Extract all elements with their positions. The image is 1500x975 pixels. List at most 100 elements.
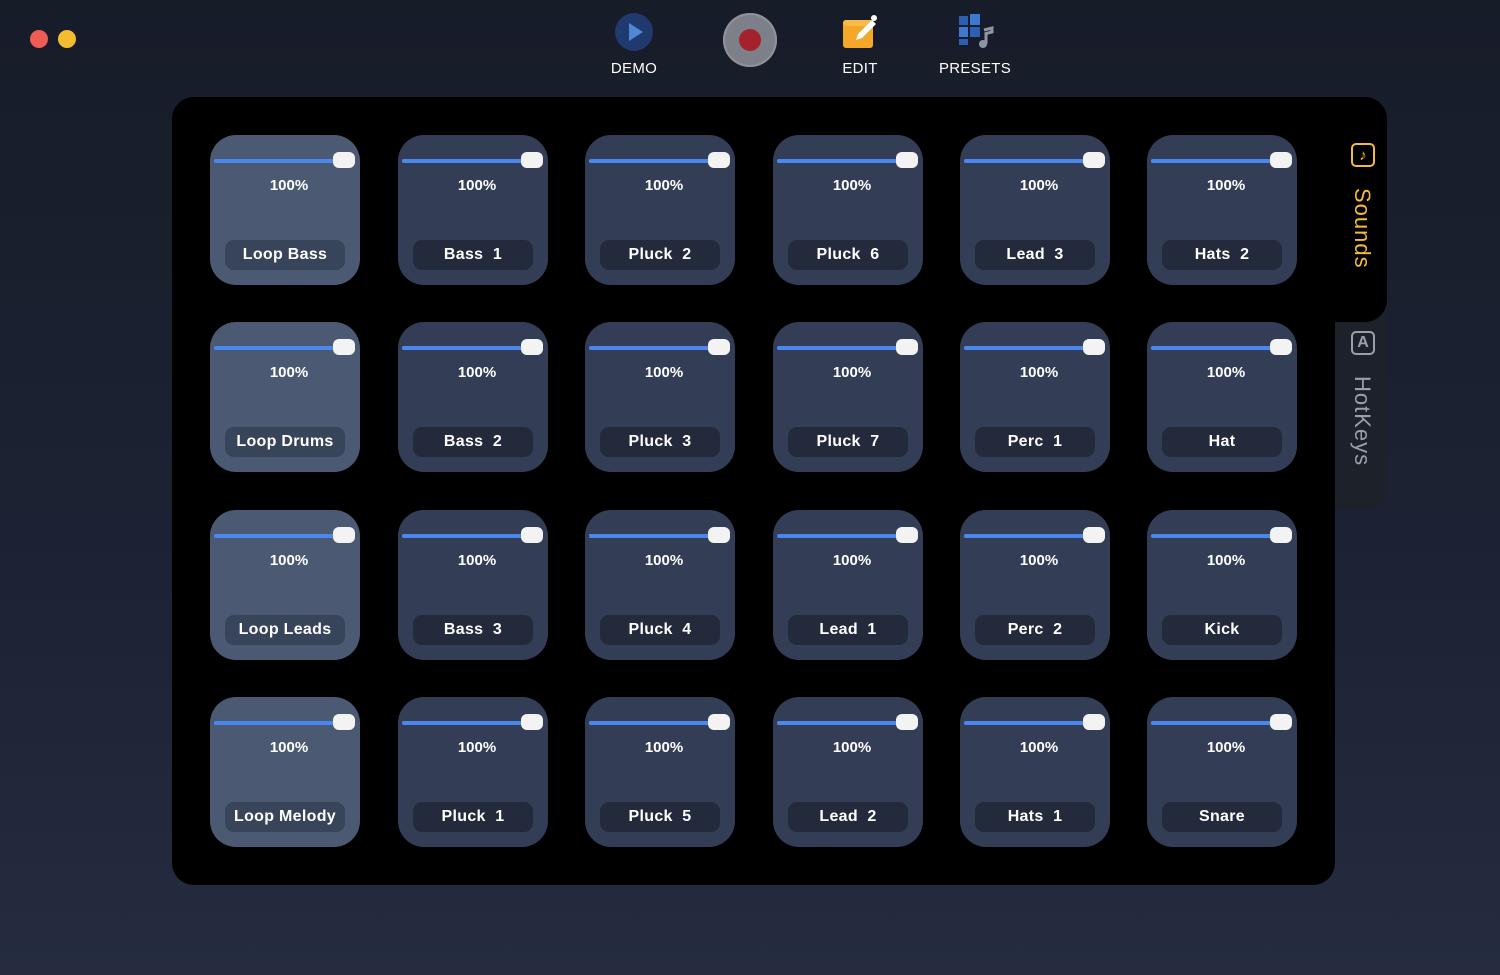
volume-slider-handle[interactable] [1083, 152, 1105, 168]
sound-pad[interactable]: 100% Pluck 5 [585, 697, 735, 847]
volume-slider[interactable] [589, 159, 713, 163]
sound-pad[interactable]: 100% Bass 1 [398, 135, 548, 285]
sound-pad[interactable]: 100% Lead 2 [773, 697, 923, 847]
volume-slider[interactable] [402, 534, 526, 538]
sound-pad[interactable]: 100% Pluck 7 [773, 322, 923, 472]
window-close-button[interactable] [30, 30, 48, 48]
sound-pad[interactable]: 100% Perc 1 [960, 322, 1110, 472]
sound-pad[interactable]: 100% Hats 1 [960, 697, 1110, 847]
sound-pad[interactable]: 100% Loop Leads [210, 510, 360, 660]
volume-slider-handle[interactable] [708, 714, 730, 730]
volume-slider-handle[interactable] [333, 527, 355, 543]
volume-slider[interactable] [402, 346, 526, 350]
volume-slider[interactable] [589, 346, 713, 350]
volume-slider[interactable] [1151, 721, 1275, 725]
volume-slider-handle[interactable] [1083, 339, 1105, 355]
volume-slider[interactable] [777, 346, 901, 350]
sound-pad[interactable]: 100% Hat [1147, 322, 1297, 472]
volume-slider[interactable] [777, 159, 901, 163]
sound-pad[interactable]: 100% Pluck 3 [585, 322, 735, 472]
sound-pad[interactable]: 100% Loop Drums [210, 322, 360, 472]
volume-slider-handle[interactable] [333, 339, 355, 355]
volume-slider[interactable] [964, 159, 1088, 163]
volume-slider[interactable] [777, 534, 901, 538]
volume-slider-handle[interactable] [1083, 527, 1105, 543]
pad-name-label: Loop Melody [225, 802, 345, 832]
volume-slider[interactable] [1151, 534, 1275, 538]
volume-slider-handle[interactable] [896, 339, 918, 355]
record-button[interactable] [723, 13, 777, 67]
edit-pencil-icon [843, 15, 877, 48]
volume-slider[interactable] [1151, 346, 1275, 350]
volume-slider[interactable] [964, 346, 1088, 350]
volume-value: 100% [832, 364, 872, 381]
volume-slider[interactable] [589, 721, 713, 725]
volume-slider[interactable] [214, 534, 338, 538]
demo-button[interactable]: DEMO [600, 12, 668, 77]
volume-slider-handle[interactable] [1270, 339, 1292, 355]
volume-slider-handle[interactable] [521, 339, 543, 355]
volume-slider-handle[interactable] [1083, 714, 1105, 730]
volume-value: 100% [832, 177, 872, 194]
volume-slider-handle[interactable] [896, 527, 918, 543]
pad-name-label: Loop Drums [225, 427, 345, 457]
volume-slider-handle[interactable] [521, 152, 543, 168]
keyboard-key-icon[interactable]: A [1351, 331, 1375, 355]
volume-slider-handle[interactable] [896, 152, 918, 168]
volume-slider-fill [777, 159, 901, 163]
sound-pad[interactable]: 100% Perc 2 [960, 510, 1110, 660]
volume-slider[interactable] [214, 721, 338, 725]
sound-pad[interactable]: 100% Pluck 1 [398, 697, 548, 847]
sound-pad[interactable]: 100% Loop Bass [210, 135, 360, 285]
volume-slider[interactable] [214, 159, 338, 163]
pad-name-label: Pluck 5 [600, 802, 720, 832]
volume-slider-fill [402, 159, 526, 163]
window-minimize-button[interactable] [58, 30, 76, 48]
volume-slider-handle[interactable] [1270, 714, 1292, 730]
volume-value: 100% [1206, 364, 1246, 381]
volume-slider-handle[interactable] [1270, 152, 1292, 168]
sound-pad[interactable]: 100% Loop Melody [210, 697, 360, 847]
tab-sounds-label[interactable]: Sounds [1349, 188, 1375, 269]
volume-slider[interactable] [1151, 159, 1275, 163]
presets-button[interactable]: PRESETS [932, 12, 1018, 77]
sound-pad[interactable]: 100% Snare [1147, 697, 1297, 847]
volume-slider[interactable] [402, 721, 526, 725]
volume-slider-fill [964, 721, 1088, 725]
volume-slider-fill [777, 346, 901, 350]
volume-slider-handle[interactable] [708, 339, 730, 355]
sound-pad[interactable]: 100% Lead 1 [773, 510, 923, 660]
volume-slider[interactable] [777, 721, 901, 725]
volume-slider-handle[interactable] [333, 152, 355, 168]
sound-pad[interactable]: 100% Pluck 6 [773, 135, 923, 285]
sound-pad[interactable]: 100% Lead 3 [960, 135, 1110, 285]
volume-slider[interactable] [589, 534, 713, 538]
volume-slider-handle[interactable] [1270, 527, 1292, 543]
volume-slider-handle[interactable] [708, 527, 730, 543]
volume-slider-handle[interactable] [333, 714, 355, 730]
sound-pad[interactable]: 100% Pluck 4 [585, 510, 735, 660]
sound-pad[interactable]: 100% Bass 3 [398, 510, 548, 660]
sound-pad[interactable]: 100% Pluck 2 [585, 135, 735, 285]
volume-slider-handle[interactable] [708, 152, 730, 168]
edit-button[interactable]: EDIT [828, 14, 892, 77]
pad-name-label: Bass 2 [413, 427, 533, 457]
volume-slider-fill [1151, 534, 1275, 538]
tab-hotkeys-label[interactable]: HotKeys [1349, 376, 1375, 466]
music-note-icon[interactable]: ♪ [1351, 143, 1375, 167]
volume-slider-handle[interactable] [521, 714, 543, 730]
sound-pad[interactable]: 100% Hats 2 [1147, 135, 1297, 285]
volume-slider[interactable] [402, 159, 526, 163]
volume-value: 100% [1019, 552, 1059, 569]
volume-slider[interactable] [964, 721, 1088, 725]
volume-slider[interactable] [964, 534, 1088, 538]
volume-slider[interactable] [214, 346, 338, 350]
volume-value: 100% [269, 552, 309, 569]
demo-label: DEMO [610, 60, 658, 77]
volume-slider-handle[interactable] [896, 714, 918, 730]
sound-pad[interactable]: 100% Kick [1147, 510, 1297, 660]
sound-pad[interactable]: 100% Bass 2 [398, 322, 548, 472]
volume-slider-handle[interactable] [521, 527, 543, 543]
pad-name-label: Lead 1 [788, 615, 908, 645]
volume-slider-fill [589, 346, 713, 350]
